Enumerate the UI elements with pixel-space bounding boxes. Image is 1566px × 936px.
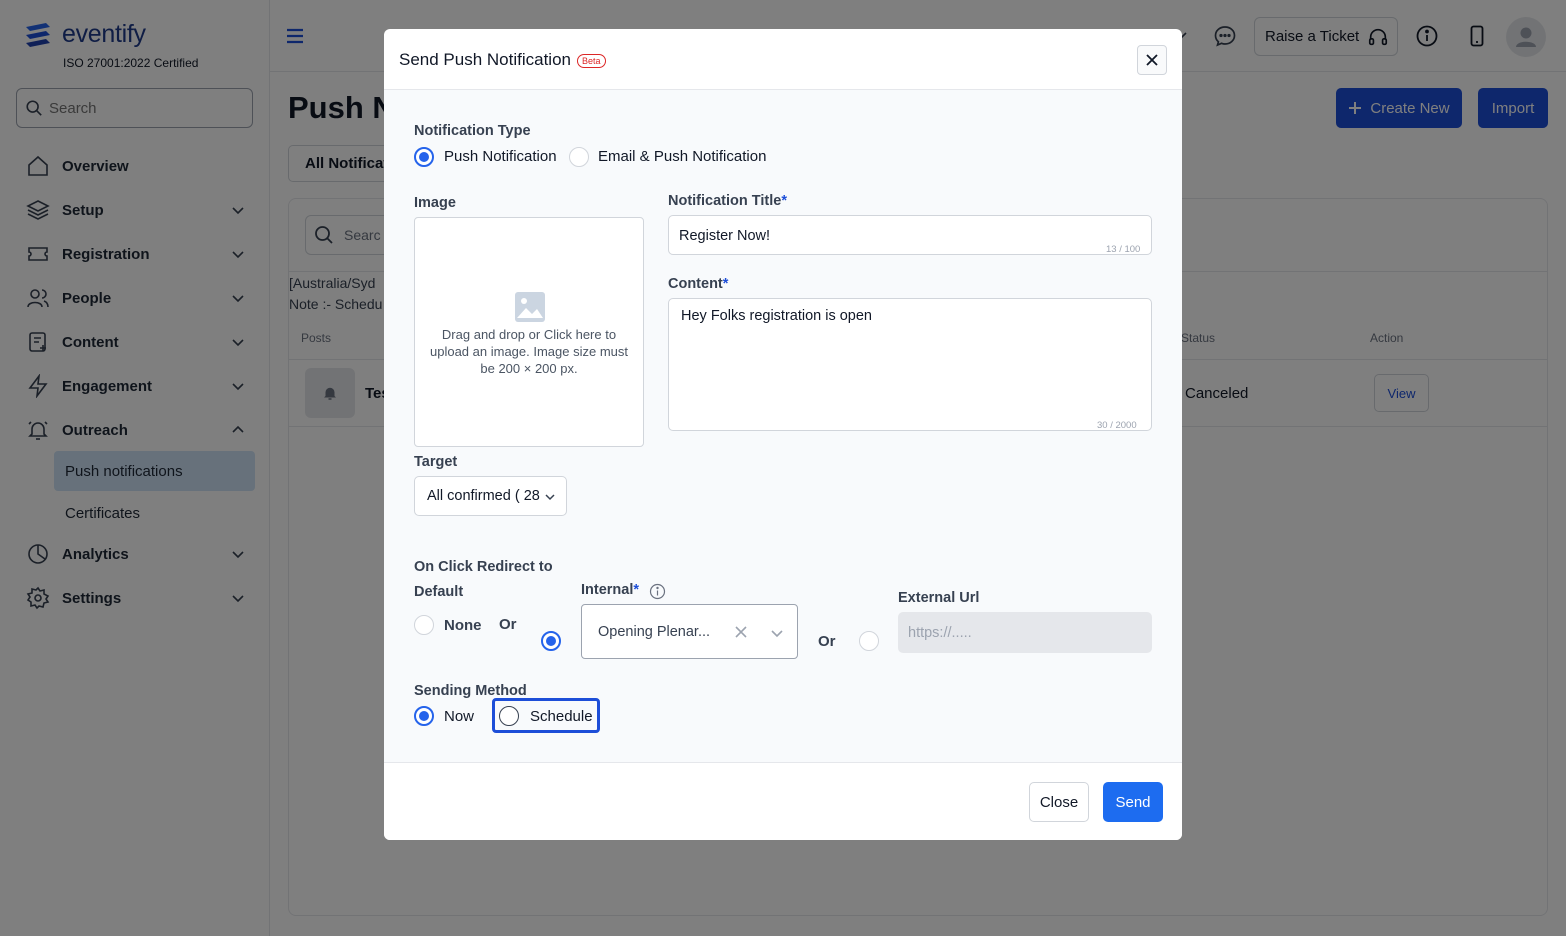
image-label: Image (414, 195, 456, 211)
modal-close-button[interactable] (1137, 45, 1167, 75)
radio-push-notification[interactable] (414, 147, 434, 167)
radio-push-notification-label[interactable]: Push Notification (444, 148, 557, 165)
target-select[interactable]: All confirmed ( 28 (414, 476, 567, 516)
content-textarea[interactable]: Hey Folks registration is open (668, 298, 1152, 431)
radio-email-push-notification-label[interactable]: Email & Push Notification (598, 148, 766, 165)
target-label: Target (414, 454, 458, 470)
notification-title-value: Register Now! (679, 228, 771, 244)
radio-redirect-internal[interactable] (541, 631, 561, 651)
close-icon (1146, 54, 1158, 66)
or-separator: Or (499, 616, 517, 633)
beta-badge: Beta (577, 54, 606, 68)
external-url-label: External Url (898, 590, 980, 606)
clear-icon[interactable] (735, 626, 747, 638)
radio-redirect-external[interactable] (859, 631, 879, 651)
internal-label: Internal* (581, 582, 640, 598)
notification-title-label-text: Notification Title (668, 193, 782, 209)
send-push-notification-modal: Send Push Notification Beta Notification… (384, 29, 1182, 840)
chevron-down-icon[interactable] (770, 626, 784, 640)
default-label: Default (414, 584, 464, 600)
external-url-input[interactable]: https://..... (898, 612, 1152, 653)
content-label-text: Content (668, 276, 723, 292)
notification-title-input[interactable]: Register Now! (668, 215, 1152, 255)
send-button[interactable]: Send (1103, 782, 1163, 822)
redirect-label: On Click Redirect to (414, 559, 553, 575)
content-label: Content* (668, 276, 729, 292)
schedule-focus-ring[interactable]: Schedule (492, 698, 600, 733)
radio-email-push-notification[interactable] (569, 147, 589, 167)
radio-redirect-none[interactable] (414, 615, 434, 635)
radio-send-now[interactable] (414, 706, 434, 726)
internal-redirect-select[interactable]: Opening Plenar... (581, 604, 798, 659)
modal-header: Send Push Notification Beta (384, 29, 1182, 90)
external-url-placeholder: https://..... (908, 624, 972, 641)
content-value: Hey Folks registration is open (681, 308, 872, 324)
modal-title: Send Push Notification (399, 50, 571, 69)
info-icon[interactable] (649, 583, 666, 600)
image-placeholder-icon (515, 292, 545, 322)
radio-send-now-label[interactable]: Now (444, 708, 474, 725)
title-char-counter: 13 / 100 (1106, 244, 1141, 255)
target-select-value: All confirmed ( 28 (427, 488, 540, 504)
radio-send-schedule[interactable] (499, 706, 519, 726)
content-char-counter: 30 / 2000 (1097, 420, 1137, 431)
radio-send-schedule-label[interactable]: Schedule (530, 708, 593, 725)
radio-redirect-none-label[interactable]: None (444, 617, 482, 634)
internal-select-value: Opening Plenar... (598, 623, 711, 640)
chevron-down-icon (545, 494, 555, 501)
notification-type-label: Notification Type (414, 123, 531, 139)
or-separator: Or (818, 633, 836, 650)
image-upload-hint: Drag and drop or Click here to upload an… (430, 327, 628, 376)
internal-label-text: Internal (581, 582, 634, 598)
image-dropzone[interactable]: Drag and drop or Click here to upload an… (414, 217, 644, 447)
close-button[interactable]: Close (1029, 782, 1089, 822)
notification-title-label: Notification Title* (668, 193, 787, 209)
modal-body: Notification Type Push Notification Emai… (384, 90, 1182, 763)
sending-method-label: Sending Method (414, 683, 527, 699)
